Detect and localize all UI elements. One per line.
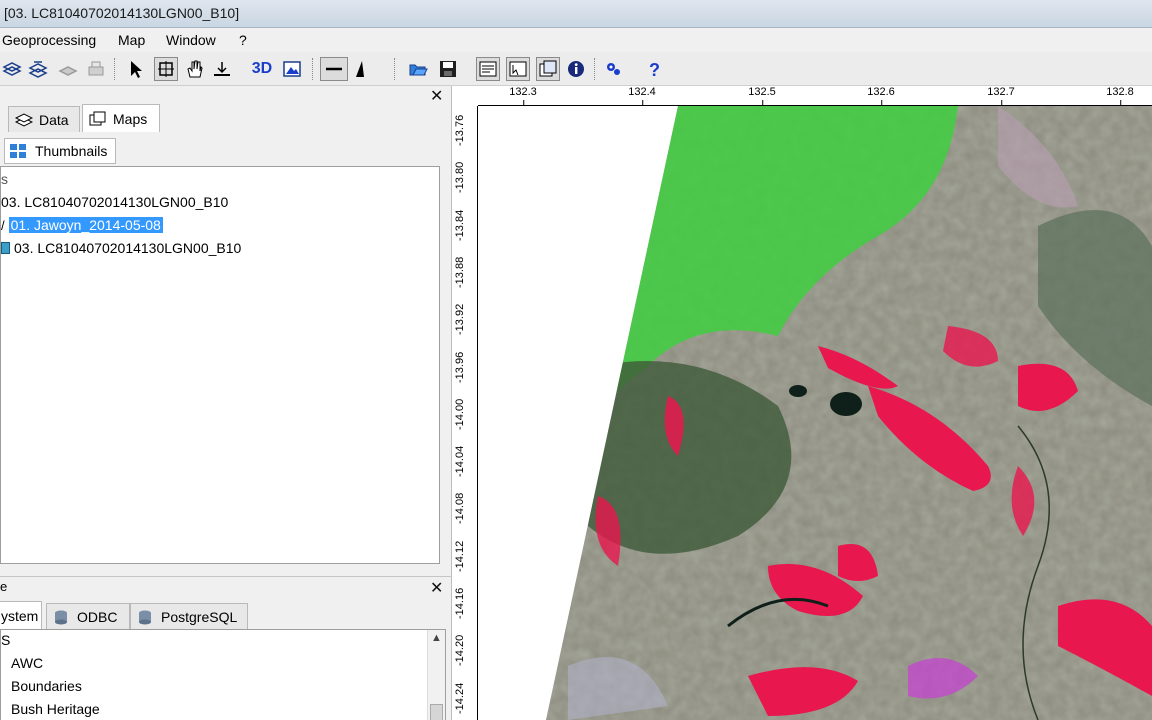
y-tick-label: -14.00 bbox=[454, 398, 466, 430]
datasources-root: S bbox=[1, 632, 11, 648]
satellite-image[interactable] bbox=[478, 106, 1152, 720]
datasources-panel: e ✕ ystem ODBC PostgreSQL S AWC Boundari… bbox=[0, 576, 452, 720]
x-tick-label: 132.8 bbox=[1106, 86, 1134, 106]
tab-maps-label: Maps bbox=[113, 110, 148, 127]
database-icon bbox=[53, 609, 71, 625]
tab-data-label: Data bbox=[39, 111, 69, 128]
close-panel-icon[interactable]: ✕ bbox=[430, 86, 443, 106]
datasources-scrollbar[interactable]: ▲ bbox=[427, 630, 445, 720]
x-tick-label: 132.7 bbox=[987, 86, 1015, 106]
toolbar-separator bbox=[114, 58, 116, 80]
datasources-header: e bbox=[0, 579, 8, 594]
layers-add-icon[interactable] bbox=[0, 57, 24, 81]
x-tick-label: 132.6 bbox=[867, 86, 895, 106]
tree-layer-1-label: 01. Jawoyn_2014-05-08 bbox=[8, 217, 163, 233]
main-toolbar: 3D ? bbox=[0, 52, 1152, 86]
help-icon[interactable]: ? bbox=[642, 57, 666, 81]
y-tick-label: -13.80 bbox=[454, 162, 466, 194]
close-datasources-icon[interactable]: ✕ bbox=[430, 578, 443, 598]
datasource-bush-heritage[interactable]: Bush Heritage bbox=[11, 701, 100, 717]
tree-layer-2-label: 03. LC81040702014130LGN00_B10 bbox=[14, 240, 242, 256]
x-tick-label: 132.5 bbox=[748, 86, 776, 106]
tab-thumbnails-label: Thumbnails bbox=[35, 143, 108, 159]
manager-panel: ✕ Data Maps Thumbnails s 03. LC810407020… bbox=[0, 86, 452, 576]
tree-root-label: s bbox=[1, 171, 8, 187]
tree-layer-2[interactable]: 03. LC81040702014130LGN00_B10 bbox=[1, 240, 241, 256]
datasource-boundaries[interactable]: Boundaries bbox=[11, 678, 82, 694]
tab-filesystem[interactable]: ystem bbox=[0, 601, 42, 629]
tree-layer-1[interactable]: /01. Jawoyn_2014-05-08 bbox=[1, 217, 163, 233]
y-tick-label: -13.84 bbox=[454, 209, 466, 241]
toolbar-separator bbox=[594, 58, 596, 80]
maps-icon bbox=[89, 111, 107, 127]
y-tick-label: -13.88 bbox=[454, 256, 466, 288]
x-tick-label: 132.4 bbox=[628, 86, 656, 106]
y-tick-label: -14.08 bbox=[454, 493, 466, 525]
thumbnails-icon bbox=[9, 143, 27, 159]
tree-map-label: 03. LC81040702014130LGN00_B10 bbox=[1, 194, 229, 210]
datasources-tree: S AWC Boundaries Bush Heritage ▲ bbox=[0, 629, 446, 720]
tab-postgresql[interactable]: PostgreSQL bbox=[130, 603, 248, 629]
menu-geoprocessing[interactable]: Geoprocessing bbox=[2, 32, 96, 48]
toolbar-separator bbox=[394, 58, 396, 80]
tab-postgresql-label: PostgreSQL bbox=[161, 608, 238, 625]
tab-maps[interactable]: Maps bbox=[82, 104, 160, 132]
pan-hand-icon[interactable] bbox=[182, 57, 206, 81]
datasource-awc[interactable]: AWC bbox=[11, 655, 43, 671]
maps-tree: s 03. LC81040702014130LGN00_B10 /01. Jaw… bbox=[0, 166, 440, 564]
layer-shape-icon: / bbox=[1, 218, 5, 233]
y-tick-label: -14.04 bbox=[454, 445, 466, 478]
select-arrow-icon[interactable] bbox=[124, 57, 148, 81]
y-axis-ruler: -13.76 -13.80 -13.84 -13.88 -13.92 -13.96 -14.… bbox=[452, 106, 478, 720]
y-tick-label: -14.12 bbox=[454, 540, 466, 572]
y-tick-label: -13.96 bbox=[454, 351, 466, 383]
image-view-icon[interactable] bbox=[280, 57, 304, 81]
menu-map[interactable]: Map bbox=[118, 32, 145, 48]
print-icon[interactable] bbox=[84, 57, 108, 81]
tab-filesystem-label: ystem bbox=[1, 607, 39, 624]
window-title: [03. LC81040702014130LGN00_B10] bbox=[4, 5, 240, 21]
north-arrow-icon[interactable] bbox=[348, 57, 372, 81]
layers-stack-icon[interactable] bbox=[26, 57, 50, 81]
open-folder-icon[interactable] bbox=[406, 57, 430, 81]
zoom-box-icon[interactable] bbox=[154, 57, 178, 81]
y-tick-label: -13.76 bbox=[454, 114, 466, 146]
tab-odbc[interactable]: ODBC bbox=[46, 603, 130, 629]
database-icon bbox=[137, 609, 155, 625]
x-axis-ruler: 132.3 132.4 132.5 132.6 132.7 132.8 bbox=[478, 86, 1152, 106]
zoom-extent-icon[interactable] bbox=[210, 57, 234, 81]
y-tick-label: -14.16 bbox=[454, 587, 466, 619]
window-titlebar: [03. LC81040702014130LGN00_B10] bbox=[0, 0, 1152, 28]
y-tick-label: -14.20 bbox=[454, 635, 466, 667]
layer-grid-icon bbox=[1, 242, 10, 254]
settings-icon[interactable] bbox=[602, 57, 626, 81]
scroll-up-icon[interactable]: ▲ bbox=[431, 632, 442, 644]
3d-view-icon[interactable]: 3D bbox=[250, 57, 274, 81]
svg-text:?: ? bbox=[649, 60, 660, 79]
x-tick-label: 132.3 bbox=[509, 86, 537, 106]
layout-icon[interactable] bbox=[476, 57, 500, 81]
menu-help[interactable]: ? bbox=[239, 32, 247, 48]
toolbar-separator bbox=[312, 58, 314, 80]
tree-map-node[interactable]: 03. LC81040702014130LGN00_B10 bbox=[1, 194, 228, 210]
measure-distance-icon[interactable] bbox=[320, 57, 348, 81]
save-disk-icon[interactable] bbox=[436, 57, 460, 81]
scroll-thumb[interactable] bbox=[430, 704, 443, 720]
tab-data[interactable]: Data bbox=[8, 106, 80, 132]
y-tick-label: -13.92 bbox=[454, 303, 466, 336]
tab-thumbnails[interactable]: Thumbnails bbox=[4, 138, 117, 164]
layout-3-icon[interactable] bbox=[536, 57, 560, 81]
menu-window[interactable]: Window bbox=[166, 32, 216, 48]
tab-odbc-label: ODBC bbox=[77, 608, 118, 625]
menu-bar: Geoprocessing Map Window ? bbox=[0, 28, 1152, 52]
layout-2-icon[interactable] bbox=[506, 57, 530, 81]
data-layers-icon bbox=[14, 112, 34, 128]
y-tick-label: -14.24 bbox=[454, 682, 466, 714]
info-icon[interactable] bbox=[564, 57, 588, 81]
map-view[interactable]: 132.3 132.4 132.5 132.6 132.7 132.8 -13.76 -13… bbox=[452, 86, 1152, 720]
layers-remove-icon[interactable] bbox=[56, 57, 80, 81]
